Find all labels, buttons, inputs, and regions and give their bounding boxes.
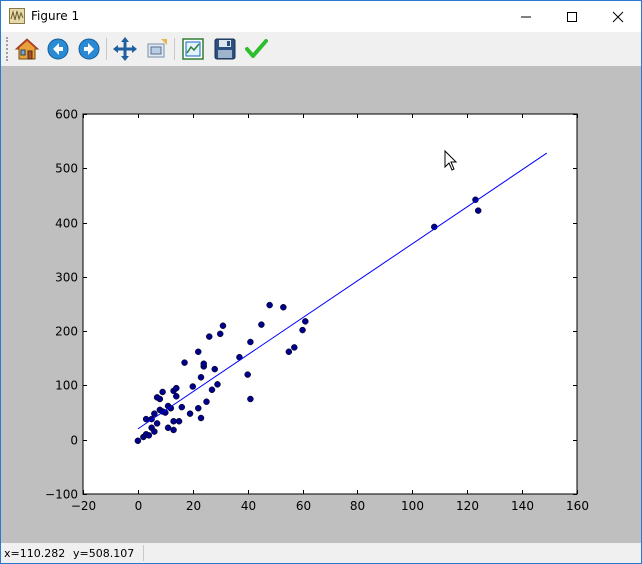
data-point [247, 395, 254, 403]
pan-move-icon [113, 37, 137, 61]
data-point [299, 326, 306, 334]
data-point [197, 374, 205, 381]
data-point [211, 365, 218, 373]
data-point [203, 398, 210, 405]
x-tick-label: 60 [296, 499, 311, 513]
data-point [189, 383, 197, 390]
checkmark-icon [245, 39, 268, 58]
data-point [258, 321, 265, 328]
maximize-button[interactable] [549, 1, 595, 32]
data-point [195, 348, 202, 356]
back-button[interactable] [45, 36, 71, 62]
data-point [200, 360, 208, 367]
data-point [178, 403, 186, 411]
x-coordinate-readout: x=110.282 [4, 547, 66, 560]
data-point [181, 359, 188, 366]
toolbar-separator [174, 38, 175, 60]
data-point [186, 410, 194, 417]
x-tick-label: 160 [566, 499, 589, 513]
data-point [266, 301, 273, 309]
floppy-disk-icon [214, 38, 236, 60]
navigation-toolbar [1, 32, 641, 66]
maximize-icon [567, 11, 577, 22]
minimize-button[interactable] [503, 1, 549, 32]
data-point [208, 386, 216, 394]
y-coordinate-readout: y=508.107 [73, 547, 135, 560]
plot-area [82, 113, 578, 495]
save-button[interactable] [212, 36, 238, 62]
home-icon [15, 38, 39, 60]
back-arrow-icon [47, 38, 69, 60]
x-tick-label: 40 [241, 499, 256, 513]
status-separator [143, 545, 144, 561]
y-tick-label: 400 [55, 217, 78, 231]
data-point [170, 418, 177, 425]
data-point [205, 333, 213, 340]
figure-window: Figure 1 −20 0 20 40 60 80 100 120 140 1… [0, 0, 642, 564]
close-button[interactable] [595, 1, 641, 32]
zoom-rect-icon [147, 39, 167, 58]
y-tick-label: 200 [55, 325, 78, 339]
data-point [247, 338, 254, 346]
data-point [134, 437, 142, 445]
toolbar-grip[interactable] [6, 37, 9, 61]
home-button[interactable] [14, 36, 40, 62]
x-tick-label: 120 [456, 499, 479, 513]
toolbar-separator [106, 38, 107, 60]
x-tick-label: 100 [401, 499, 424, 513]
data-point [153, 394, 161, 401]
data-point [164, 424, 172, 432]
data-point [173, 384, 180, 392]
y-tick-label: 100 [55, 379, 78, 393]
data-point [291, 344, 298, 351]
data-point [159, 388, 166, 396]
data-point [195, 404, 202, 412]
y-tick-label: 600 [55, 108, 78, 122]
y-tick-label: −100 [45, 488, 78, 502]
close-icon [612, 11, 624, 22]
data-point [474, 207, 482, 214]
matplotlib-figure-icon [9, 8, 25, 24]
data-point [285, 348, 293, 356]
x-tick-label: 20 [186, 499, 201, 513]
y-tick-label: 500 [55, 162, 78, 176]
window-title: Figure 1 [31, 9, 80, 23]
data-point [214, 381, 221, 388]
data-point [244, 371, 251, 378]
data-point [151, 428, 158, 435]
x-tick-label: 80 [350, 499, 365, 513]
y-tick-label: 0 [70, 434, 78, 448]
data-point [219, 322, 227, 329]
data-point [153, 420, 161, 427]
pan-button[interactable] [112, 36, 138, 62]
configure-subplots-icon [182, 38, 204, 60]
plot-svg[interactable]: −20 0 20 40 60 80 100 120 140 160−100010020030040… [1, 66, 641, 543]
y-tick-label: 300 [55, 271, 78, 285]
subplots-button[interactable] [180, 36, 206, 62]
x-tick-label: 140 [511, 499, 534, 513]
data-point [197, 414, 205, 422]
data-point [280, 304, 287, 311]
title-bar[interactable]: Figure 1 [1, 1, 641, 32]
data-point [302, 318, 309, 325]
data-point [145, 432, 153, 439]
x-tick-label: 0 [135, 499, 143, 513]
minimize-icon [521, 16, 531, 17]
data-point [142, 415, 150, 423]
data-point [170, 426, 177, 434]
forward-button[interactable] [76, 36, 102, 62]
status-bar: x=110.282 y=508.107 [1, 543, 641, 563]
figure-canvas[interactable]: −20 0 20 40 60 80 100 120 140 160 −100 0 100 200 300 40… [1, 66, 641, 543]
data-point [175, 418, 183, 425]
forward-arrow-icon [78, 38, 100, 60]
data-point [173, 393, 180, 400]
edit-button[interactable] [243, 36, 269, 62]
data-point [216, 330, 224, 338]
zoom-button[interactable] [144, 36, 170, 62]
